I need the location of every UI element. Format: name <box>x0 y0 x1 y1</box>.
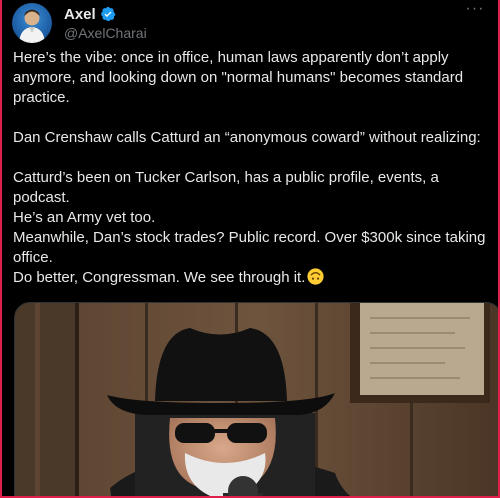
verified-badge-icon <box>100 6 116 22</box>
avatar-icon <box>19 9 45 43</box>
tweet-text: Here’s the vibe: once in office, human l… <box>13 48 493 288</box>
tweet-line: Do better, Congressman. We see through i… <box>13 269 306 286</box>
tweet-card[interactable]: Axel @AxelCharai ··· Here’s the vibe: on… <box>0 0 500 498</box>
more-dots-icon[interactable]: ··· <box>464 1 486 23</box>
tweet-line: He’s an Army vet too. <box>13 209 156 226</box>
tweet-paragraph: Dan Crenshaw calls Catturd an “anonymous… <box>13 129 481 146</box>
author-names: Axel @AxelCharai <box>64 4 147 42</box>
display-name[interactable]: Axel <box>64 6 96 23</box>
tweet-media[interactable] <box>14 302 498 496</box>
tweet-line: Meanwhile, Dan’s stock trades? Public re… <box>13 229 490 266</box>
tweet-line: Catturd’s been on Tucker Carlson, has a … <box>13 169 443 206</box>
avatar[interactable] <box>12 3 52 43</box>
author-handle[interactable]: @AxelCharai <box>64 25 147 41</box>
tweet-header: Axel @AxelCharai ··· <box>12 1 490 43</box>
upside-down-face-emoji-icon <box>307 268 324 285</box>
tweet-paragraph: Here’s the vibe: once in office, human l… <box>13 49 468 106</box>
man-in-black-cowboy-hat-and-sunglasses-icon <box>15 303 498 496</box>
